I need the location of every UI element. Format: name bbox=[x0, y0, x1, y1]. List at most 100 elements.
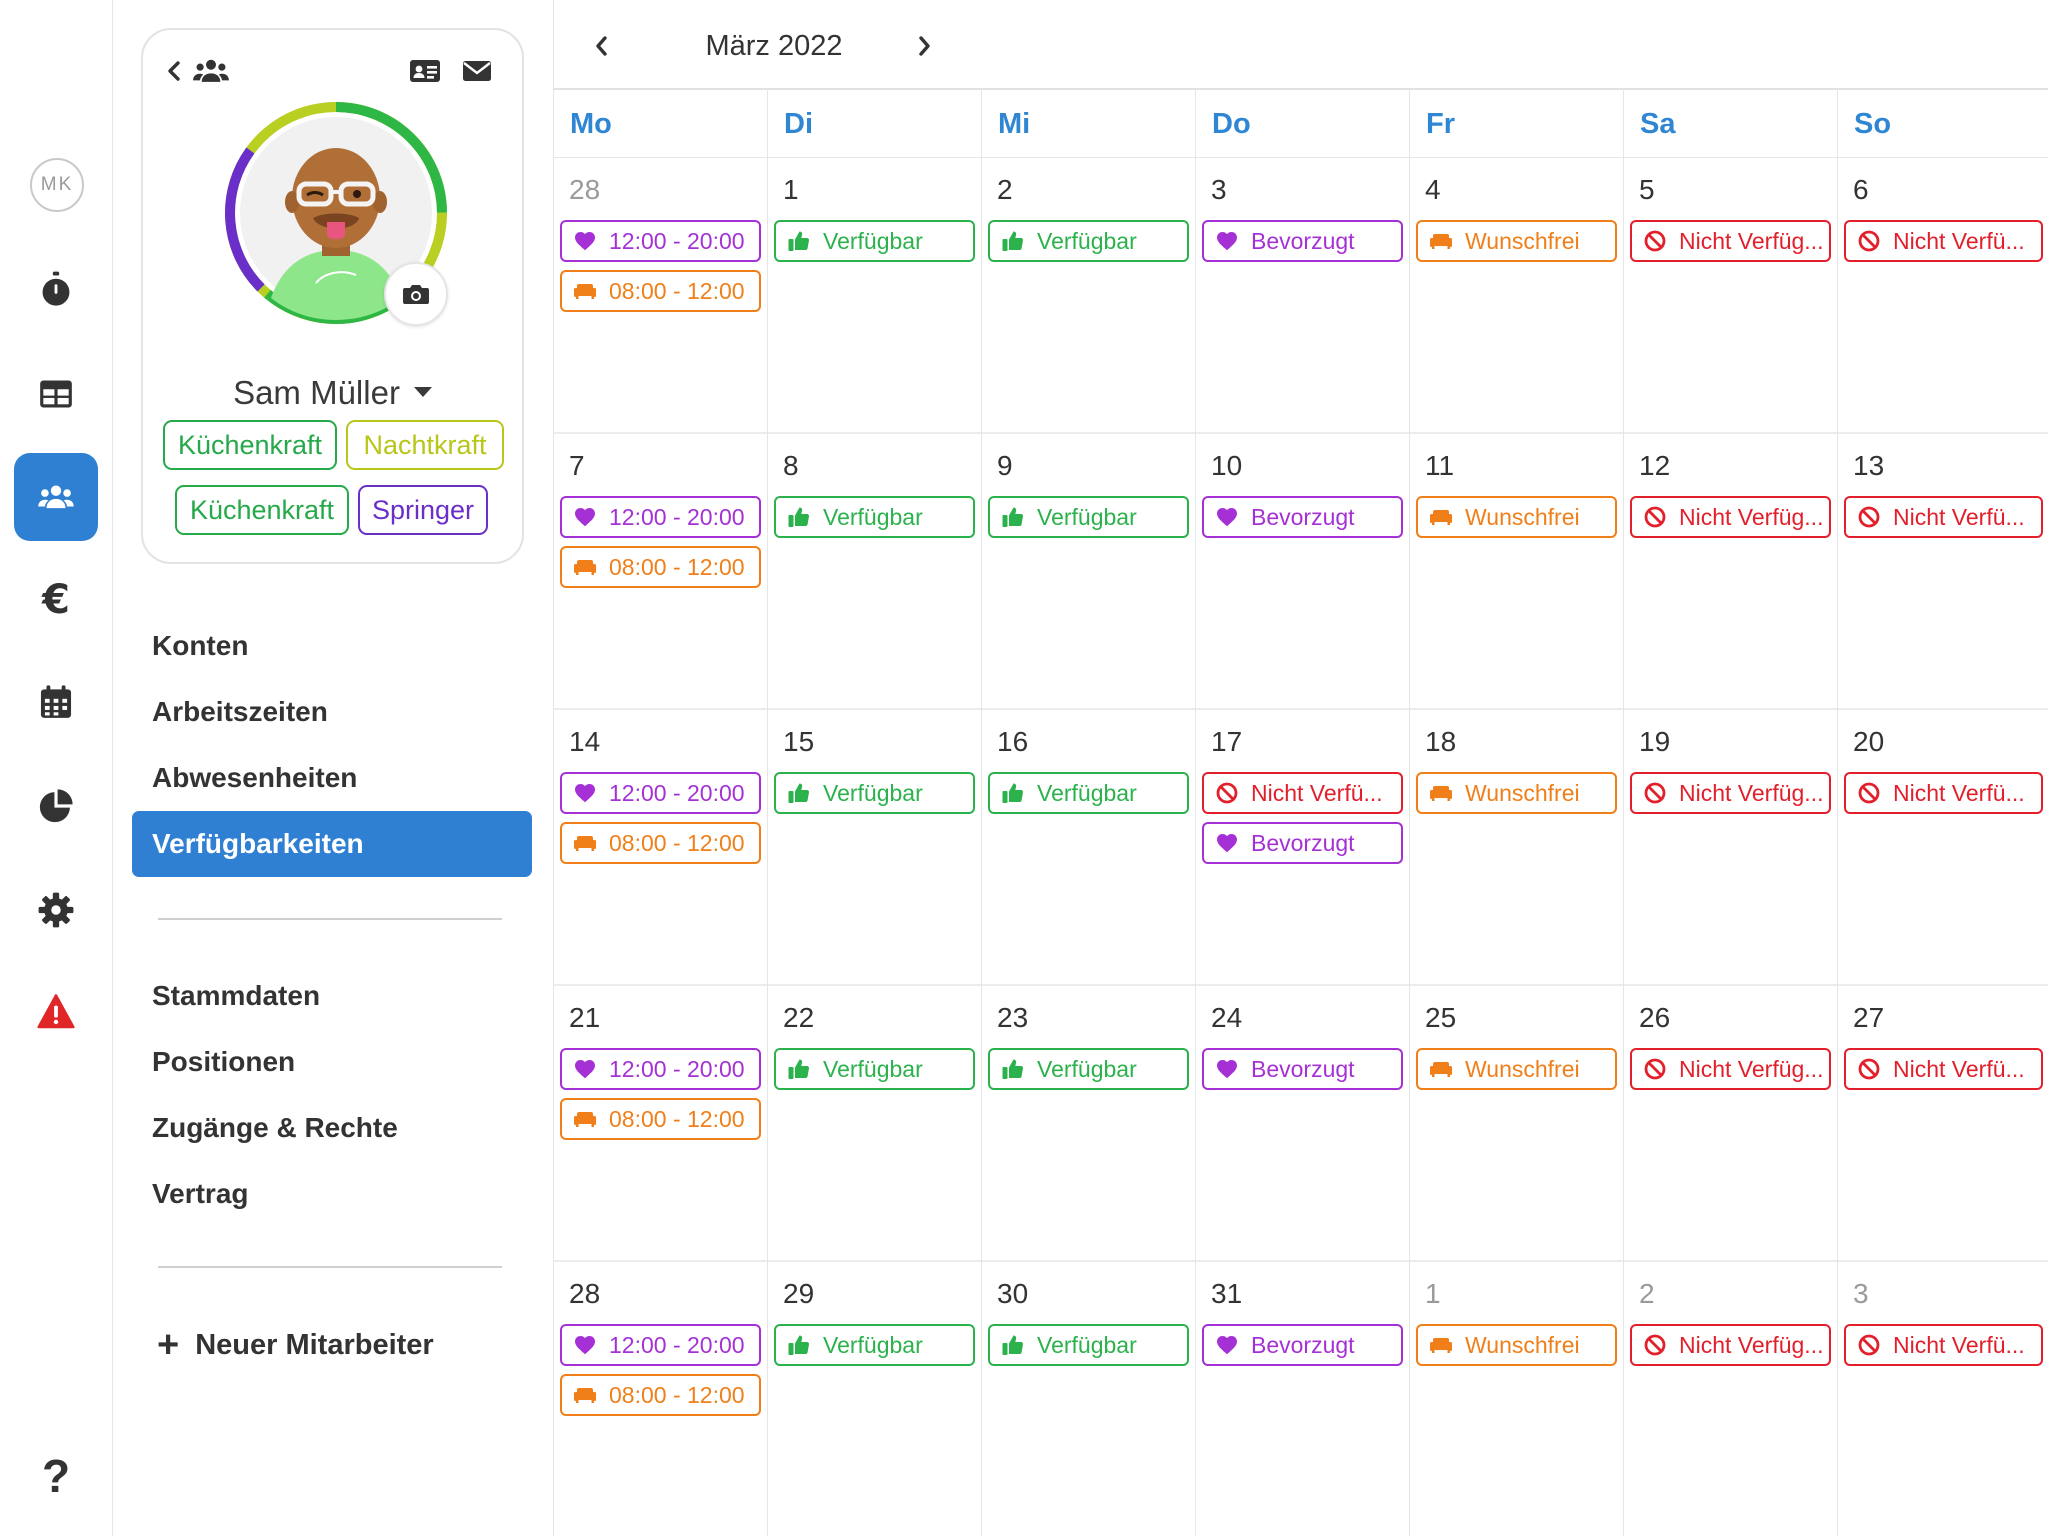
availability-chip-time[interactable]: 12:00 - 20:00 bbox=[560, 496, 761, 538]
day-cell[interactable]: 24 Bevorzugt bbox=[1195, 986, 1409, 1262]
day-cell[interactable]: 22 Verfügbar bbox=[767, 986, 981, 1262]
day-cell[interactable]: 27 Nicht Verfü... bbox=[1837, 986, 2048, 1262]
pie-chart-icon[interactable] bbox=[14, 762, 98, 850]
day-cell[interactable]: 30 Verfügbar bbox=[981, 1262, 1195, 1536]
day-cell[interactable]: 12 Nicht Verfüg... bbox=[1623, 434, 1837, 710]
availability-chip-preferred[interactable]: Bevorzugt bbox=[1202, 1324, 1403, 1366]
table-icon[interactable] bbox=[14, 350, 98, 438]
day-cell[interactable]: 10 Bevorzugt bbox=[1195, 434, 1409, 710]
availability-chip-wishfree[interactable]: Wunschfrei bbox=[1416, 1324, 1617, 1366]
availability-chip-available[interactable]: Verfügbar bbox=[774, 220, 975, 262]
availability-chip-time[interactable]: 12:00 - 20:00 bbox=[560, 220, 761, 262]
day-cell[interactable]: 2 Verfügbar bbox=[981, 158, 1195, 434]
day-cell[interactable]: 13 Nicht Verfü... bbox=[1837, 434, 2048, 710]
availability-chip-available[interactable]: Verfügbar bbox=[774, 1324, 975, 1366]
menu-item-abwesenheiten[interactable]: Abwesenheiten bbox=[132, 745, 532, 811]
day-cell[interactable]: 25 Wunschfrei bbox=[1409, 986, 1623, 1262]
new-employee-button[interactable]: + Neuer Mitarbeiter bbox=[157, 1320, 434, 1370]
mail-icon[interactable] bbox=[461, 58, 493, 84]
availability-chip-time[interactable]: 12:00 - 20:00 bbox=[560, 1324, 761, 1366]
day-cell[interactable]: 18 Wunschfrei bbox=[1409, 710, 1623, 986]
availability-chip-unavailable[interactable]: Nicht Verfü... bbox=[1844, 220, 2043, 262]
availability-chip-unavailable[interactable]: Nicht Verfü... bbox=[1202, 772, 1403, 814]
day-cell[interactable]: 29 Verfügbar bbox=[767, 1262, 981, 1536]
stopwatch-icon[interactable] bbox=[14, 245, 98, 333]
availability-chip-unavailable[interactable]: Nicht Verfü... bbox=[1844, 1048, 2043, 1090]
availability-chip-preferred[interactable]: Bevorzugt bbox=[1202, 496, 1403, 538]
day-cell[interactable]: 8 Verfügbar bbox=[767, 434, 981, 710]
availability-chip-unavailable[interactable]: Nicht Verfüg... bbox=[1630, 1048, 1831, 1090]
day-cell[interactable]: 23 Verfügbar bbox=[981, 986, 1195, 1262]
day-cell[interactable]: 28 12:00 - 20:00 08:00 - 12:00 bbox=[554, 158, 767, 434]
day-cell[interactable]: 11 Wunschfrei bbox=[1409, 434, 1623, 710]
availability-chip-available[interactable]: Verfügbar bbox=[988, 496, 1189, 538]
day-cell[interactable]: 14 12:00 - 20:00 08:00 - 12:00 bbox=[554, 710, 767, 986]
menu-item-verfuegbarkeiten[interactable]: Verfügbarkeiten bbox=[132, 811, 532, 877]
users-icon[interactable] bbox=[14, 453, 98, 541]
menu-item-konten[interactable]: Konten bbox=[132, 613, 532, 679]
day-cell[interactable]: 5 Nicht Verfüg... bbox=[1623, 158, 1837, 434]
day-cell[interactable]: 7 12:00 - 20:00 08:00 - 12:00 bbox=[554, 434, 767, 710]
availability-chip-available[interactable]: Verfügbar bbox=[988, 772, 1189, 814]
calendar-icon[interactable] bbox=[14, 658, 98, 746]
availability-chip-preferred[interactable]: Bevorzugt bbox=[1202, 1048, 1403, 1090]
day-cell[interactable]: 6 Nicht Verfü... bbox=[1837, 158, 2048, 434]
next-month-button[interactable] bbox=[902, 24, 946, 68]
gear-icon[interactable] bbox=[14, 866, 98, 954]
menu-item-stammdaten[interactable]: Stammdaten bbox=[132, 963, 532, 1029]
availability-chip-available[interactable]: Verfügbar bbox=[774, 1048, 975, 1090]
prev-month-button[interactable] bbox=[580, 24, 624, 68]
euro-icon[interactable]: € bbox=[14, 556, 98, 644]
availability-chip-absence[interactable]: 08:00 - 12:00 bbox=[560, 1374, 761, 1416]
day-cell[interactable]: 20 Nicht Verfü... bbox=[1837, 710, 2048, 986]
team-icon[interactable] bbox=[191, 56, 231, 86]
availability-chip-available[interactable]: Verfügbar bbox=[988, 220, 1189, 262]
availability-chip-unavailable[interactable]: Nicht Verfüg... bbox=[1630, 220, 1831, 262]
day-cell[interactable]: 17 Nicht Verfü... Bevorzugt bbox=[1195, 710, 1409, 986]
availability-chip-available[interactable]: Verfügbar bbox=[774, 772, 975, 814]
availability-chip-absence[interactable]: 08:00 - 12:00 bbox=[560, 1098, 761, 1140]
day-cell[interactable]: 4 Wunschfrei bbox=[1409, 158, 1623, 434]
availability-chip-preferred[interactable]: Bevorzugt bbox=[1202, 822, 1403, 864]
availability-chip-available[interactable]: Verfügbar bbox=[988, 1324, 1189, 1366]
help-icon[interactable]: ? bbox=[14, 1432, 98, 1520]
menu-item-arbeitszeiten[interactable]: Arbeitszeiten bbox=[132, 679, 532, 745]
availability-chip-preferred[interactable]: Bevorzugt bbox=[1202, 220, 1403, 262]
day-cell[interactable]: 26 Nicht Verfüg... bbox=[1623, 986, 1837, 1262]
availability-chip-unavailable[interactable]: Nicht Verfü... bbox=[1844, 772, 2043, 814]
day-cell[interactable]: 9 Verfügbar bbox=[981, 434, 1195, 710]
menu-item-vertrag[interactable]: Vertrag bbox=[132, 1161, 532, 1227]
id-card-icon[interactable] bbox=[408, 57, 442, 85]
availability-chip-unavailable[interactable]: Nicht Verfüg... bbox=[1630, 496, 1831, 538]
day-cell[interactable]: 15 Verfügbar bbox=[767, 710, 981, 986]
availability-chip-wishfree[interactable]: Wunschfrei bbox=[1416, 220, 1617, 262]
availability-chip-wishfree[interactable]: Wunschfrei bbox=[1416, 496, 1617, 538]
availability-chip-available[interactable]: Verfügbar bbox=[774, 496, 975, 538]
day-cell[interactable]: 16 Verfügbar bbox=[981, 710, 1195, 986]
availability-chip-wishfree[interactable]: Wunschfrei bbox=[1416, 1048, 1617, 1090]
menu-item-positionen[interactable]: Positionen bbox=[132, 1029, 532, 1095]
menu-item-zugaenge-rechte[interactable]: Zugänge & Rechte bbox=[132, 1095, 532, 1161]
day-cell[interactable]: 21 12:00 - 20:00 08:00 - 12:00 bbox=[554, 986, 767, 1262]
day-cell[interactable]: 3 Bevorzugt bbox=[1195, 158, 1409, 434]
back-icon[interactable] bbox=[161, 58, 187, 84]
availability-chip-unavailable[interactable]: Nicht Verfüg... bbox=[1630, 772, 1831, 814]
availability-chip-wishfree[interactable]: Wunschfrei bbox=[1416, 772, 1617, 814]
availability-chip-absence[interactable]: 08:00 - 12:00 bbox=[560, 822, 761, 864]
day-cell[interactable]: 28 12:00 - 20:00 08:00 - 12:00 bbox=[554, 1262, 767, 1536]
day-cell[interactable]: 3 Nicht Verfü... bbox=[1837, 1262, 2048, 1536]
employee-name-dropdown[interactable]: Sam Müller bbox=[143, 374, 522, 412]
availability-chip-absence[interactable]: 08:00 - 12:00 bbox=[560, 270, 761, 312]
day-cell[interactable]: 1 Wunschfrei bbox=[1409, 1262, 1623, 1536]
availability-chip-unavailable[interactable]: Nicht Verfüg... bbox=[1630, 1324, 1831, 1366]
day-cell[interactable]: 31 Bevorzugt bbox=[1195, 1262, 1409, 1536]
day-cell[interactable]: 1 Verfügbar bbox=[767, 158, 981, 434]
availability-chip-unavailable[interactable]: Nicht Verfü... bbox=[1844, 496, 2043, 538]
availability-chip-unavailable[interactable]: Nicht Verfü... bbox=[1844, 1324, 2043, 1366]
availability-chip-time[interactable]: 12:00 - 20:00 bbox=[560, 1048, 761, 1090]
day-cell[interactable]: 19 Nicht Verfüg... bbox=[1623, 710, 1837, 986]
availability-chip-time[interactable]: 12:00 - 20:00 bbox=[560, 772, 761, 814]
availability-chip-available[interactable]: Verfügbar bbox=[988, 1048, 1189, 1090]
user-avatar[interactable]: MK bbox=[30, 158, 84, 212]
warning-icon[interactable] bbox=[14, 968, 98, 1056]
